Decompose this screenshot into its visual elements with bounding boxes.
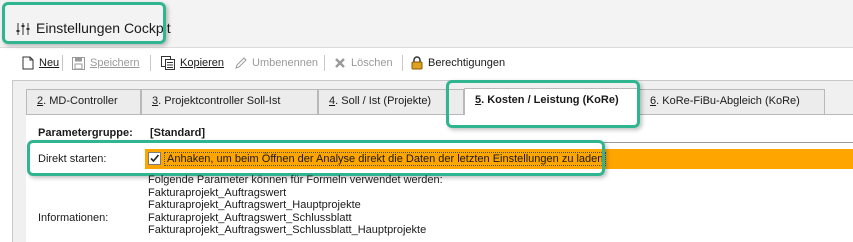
- direkt-starten-label: Direkt starten:: [38, 153, 107, 165]
- informationen-label: Informationen:: [38, 212, 109, 224]
- tab-kosten-leistung-kore[interactable]: 5. Kosten / Leistung (KoRe): [464, 88, 639, 115]
- delete-label: Löschen: [351, 57, 393, 69]
- toolbar: Neu Speichern Kopieren Umbenennen Lösche…: [12, 52, 853, 74]
- info-line: Fakturaprojekt_Auftragswert_Hauptprojekt…: [148, 199, 361, 212]
- tab-md-controller[interactable]: 2. MD-Controller: [26, 89, 141, 114]
- info-line: Folgende Parameter können für Formeln ve…: [148, 174, 443, 186]
- pencil-icon: [235, 56, 247, 69]
- copy-icon: [161, 56, 175, 70]
- tab-label: . Soll / Ist (Projekte): [335, 95, 432, 107]
- info-line: Fakturaprojekt_Auftragswert: [148, 186, 287, 199]
- tab-projektcontroller-soll-ist[interactable]: 3. Projektcontroller Soll-Ist: [141, 89, 318, 114]
- save-disk-icon: [72, 56, 85, 70]
- delete-x-icon: [335, 58, 345, 68]
- save-label: Speichern: [90, 57, 140, 69]
- toolbar-separator: [324, 55, 325, 71]
- parametergruppe-value[interactable]: [Standard]: [150, 127, 205, 139]
- permissions-button[interactable]: Berechtigungen: [411, 54, 505, 72]
- title-highlight-frame: [2, 2, 166, 44]
- tab-strip: 2. MD-Controller 3. Projektcontroller So…: [26, 88, 853, 115]
- lock-icon: [411, 56, 423, 70]
- save-button[interactable]: Speichern: [72, 54, 140, 72]
- tab-label: . MD-Controller: [43, 95, 118, 107]
- new-document-icon: [22, 56, 34, 70]
- tab-label: . Projektcontroller Soll-Ist: [158, 95, 281, 107]
- informationen-text: Folgende Parameter können für Formeln ve…: [148, 174, 853, 242]
- toolbar-separator: [402, 55, 403, 71]
- tab-label: . KoRe-FiBu-Abgleich (KoRe): [656, 95, 800, 107]
- parametergruppe-label: Parametergruppe:: [38, 127, 133, 139]
- direkt-starten-text[interactable]: Anhaken, um beim Öffnen der Analyse dire…: [164, 152, 607, 166]
- permissions-label: Berechtigungen: [428, 57, 506, 69]
- delete-button[interactable]: Löschen: [334, 54, 393, 72]
- new-label: Neu: [39, 57, 60, 69]
- tab-label: . Kosten / Leistung (KoRe): [481, 94, 619, 106]
- rename-label: Umbenennen: [252, 57, 319, 69]
- copy-label: Kopieren: [180, 57, 225, 69]
- tab-kore-fibu-abgleich[interactable]: 6. KoRe-FiBu-Abgleich (KoRe): [639, 89, 825, 114]
- rename-button[interactable]: Umbenennen: [234, 54, 318, 72]
- info-line: Fakturaprojekt_Auftragswert_Schlussblatt: [148, 211, 352, 224]
- toolbar-separator: [150, 55, 151, 71]
- info-line: Fakturaprojekt_Auftragswert_Schlussblatt…: [148, 224, 427, 237]
- parametergruppe-underline: [148, 142, 853, 143]
- new-button[interactable]: Neu: [22, 54, 59, 72]
- direkt-starten-checkbox[interactable]: [148, 152, 161, 165]
- copy-button[interactable]: Kopieren: [161, 54, 224, 72]
- tab-soll-ist-projekte[interactable]: 4. Soll / Ist (Projekte): [318, 89, 464, 114]
- checkmark-icon: [150, 154, 160, 163]
- toolbar-separator: [62, 55, 63, 71]
